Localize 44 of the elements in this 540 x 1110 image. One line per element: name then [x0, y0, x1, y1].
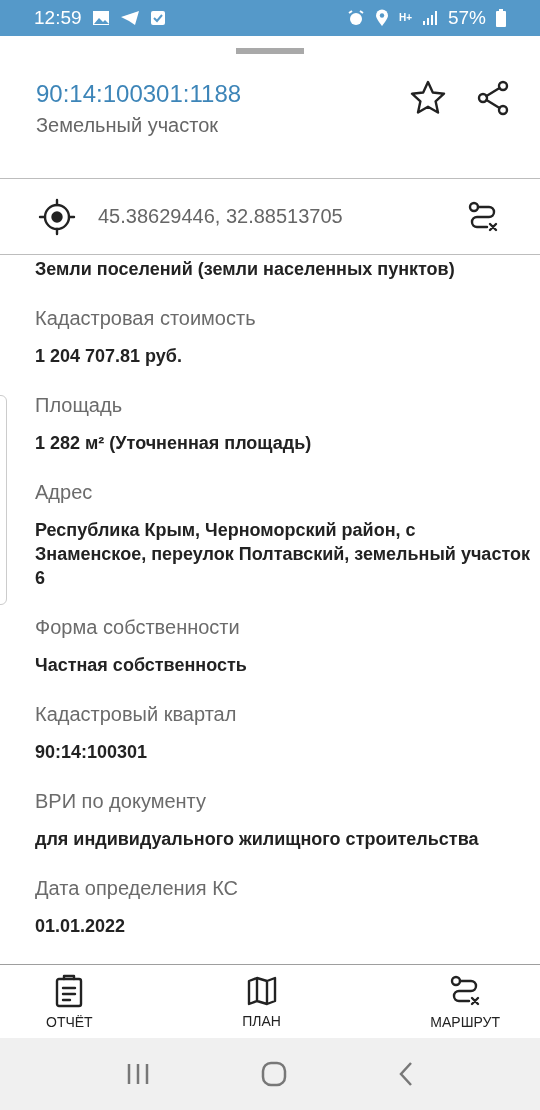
map-icon	[245, 974, 278, 1007]
field-label: ВРИ по документу	[35, 789, 207, 813]
field-label: Площадь	[35, 393, 124, 417]
coordinates: 45.38629446, 32.88513705	[98, 205, 344, 228]
gallery-icon	[91, 9, 110, 26]
drag-handle[interactable]	[236, 47, 304, 54]
nav-button[interactable]: МАРШРУТ	[430, 973, 500, 1030]
alarm-icon	[346, 8, 365, 27]
status-time: 12:59	[34, 6, 82, 29]
checkbox-icon	[149, 9, 166, 26]
paper-plane-icon	[119, 9, 140, 26]
field-value: Республика Крым, Черноморский район, с Знаменское, переулок Полтавский, земельный участок 6	[35, 518, 530, 590]
field-value: 01.01.2022	[35, 914, 127, 938]
signal-icon	[421, 9, 438, 26]
location-pin-icon	[374, 8, 389, 27]
network-type: H+	[398, 12, 412, 24]
field-value: 90:14:100301	[35, 740, 149, 764]
battery-icon	[496, 8, 506, 27]
field-value: для индивидуального жилищного строительства	[35, 827, 480, 851]
field-value: 1 204 707.81 руб.	[35, 344, 183, 368]
field-value: Земли поселений (земли населенных пунктов)	[35, 257, 456, 281]
back-icon	[398, 1061, 415, 1088]
clipboard-icon	[54, 973, 85, 1008]
field-label: Кадастровый квартал	[35, 702, 238, 726]
field-label: Адрес	[35, 480, 94, 504]
field-label: Дата определения КС	[35, 876, 239, 900]
battery-percent: 57%	[447, 6, 486, 29]
field-label: Форма собственности	[35, 615, 241, 639]
favorite-button[interactable]	[410, 79, 446, 114]
nav-button[interactable]: ОТЧЁТ	[46, 973, 93, 1030]
crosshair-icon	[38, 197, 76, 236]
recent-apps-icon	[125, 1062, 150, 1087]
star-icon	[410, 79, 446, 114]
field-label: Кадастровая стоимость	[35, 306, 257, 330]
nav-button[interactable]: ПЛАН	[242, 974, 281, 1029]
share-icon	[476, 79, 510, 116]
route-icon	[466, 199, 500, 234]
field-value: Частная собственность	[35, 653, 248, 677]
share-button[interactable]	[476, 79, 510, 116]
object-type: Земельный участок	[36, 113, 219, 137]
route-button[interactable]	[466, 199, 500, 234]
cadastral-number: 90:14:100301:1188	[36, 79, 243, 108]
field-value: 1 282 м² (Уточненная площадь)	[35, 431, 313, 455]
home-icon	[261, 1061, 287, 1088]
